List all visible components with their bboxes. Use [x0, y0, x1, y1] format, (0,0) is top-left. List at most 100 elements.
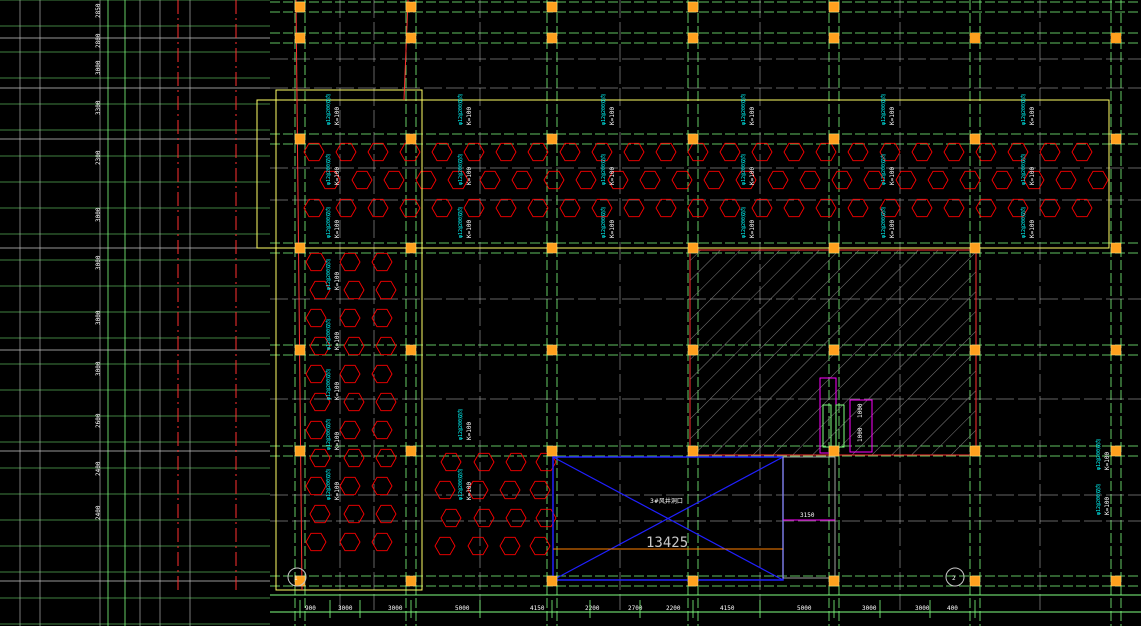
column-square	[687, 242, 699, 254]
column-square	[969, 133, 981, 145]
column-square	[828, 32, 840, 44]
column-square	[1111, 33, 1121, 43]
spacing-note: K=100	[334, 107, 341, 125]
rebar-note: φ12@200双向	[600, 94, 607, 125]
axis-bubble-1-label: 1	[294, 575, 298, 582]
column-square	[294, 344, 306, 356]
spacing-note: K=100	[334, 482, 341, 500]
rebar-note: φ12@200双向	[1095, 439, 1102, 470]
spacing-note: K=100	[334, 220, 341, 238]
column-square	[294, 1, 306, 13]
spacing-note: K=100	[466, 422, 473, 440]
spacing-note: K=100	[1029, 220, 1036, 238]
rebar-note: φ12@200双向	[325, 369, 332, 400]
cad-drawing-canvas[interactable]: 3#风井洞口 13425 3150 1000 1000 φ12@200双向 K=1…	[0, 0, 1141, 626]
column-square	[687, 575, 699, 587]
rebar-note: φ12@200双向	[600, 207, 607, 238]
left-dimension-label: 3300	[95, 100, 102, 115]
column-square	[546, 133, 558, 145]
axis-bubble-2-label: 2	[952, 575, 956, 582]
spacing-note: K=100	[889, 107, 896, 125]
rebar-note: φ12@200双向	[880, 94, 887, 125]
column-square	[294, 32, 306, 44]
left-dimension-label: 3000	[95, 310, 102, 325]
spacing-note: K=100	[334, 332, 341, 350]
column-square	[969, 575, 981, 587]
spacing-note: K=100	[1104, 497, 1111, 515]
rebar-note: φ12@200双向	[325, 469, 332, 500]
left-dimension-label: 2300	[95, 150, 102, 165]
rebar-note: φ12@200双向	[880, 154, 887, 185]
column-square	[1110, 445, 1122, 457]
shaft-dim-1: 1000	[857, 403, 864, 418]
small-dim-text: 3150	[800, 512, 815, 519]
bottom-dimension-label: 3000	[915, 605, 930, 612]
rebar-note: φ12@200双向	[1020, 94, 1027, 125]
column-square	[405, 575, 417, 587]
rebar-note: φ12@200双向	[325, 94, 332, 125]
bottom-dimension-label: 2200	[585, 605, 600, 612]
left-dimension-label: 3000	[95, 60, 102, 75]
column-square	[687, 445, 699, 457]
column-square	[828, 242, 840, 254]
column-square	[546, 575, 558, 587]
column-square	[405, 1, 417, 13]
left-dimension-label: 2400	[95, 505, 102, 520]
rebar-note: φ12@200双向	[457, 154, 464, 185]
rebar-note: φ12@200双向	[600, 154, 607, 185]
left-dimension-label: 2400	[95, 461, 102, 476]
rebar-note: φ12@200双向	[325, 419, 332, 450]
rebar-note: φ12@200双向	[325, 207, 332, 238]
rebar-note: φ12@200双向	[325, 319, 332, 350]
left-dimension-label: 3000	[95, 255, 102, 270]
column-square	[1110, 344, 1122, 356]
spacing-note: K=100	[609, 167, 616, 185]
column-square	[687, 32, 699, 44]
left-dimension-label: 3000	[95, 361, 102, 376]
spacing-note: K=100	[609, 107, 616, 125]
column-square	[546, 445, 558, 457]
column-square	[294, 133, 306, 145]
bottom-dimension-label: 2200	[666, 605, 681, 612]
column-square	[405, 242, 417, 254]
spacing-note: K=100	[749, 107, 756, 125]
column-square	[546, 1, 558, 13]
rebar-note: φ12@200双向	[325, 259, 332, 290]
bottom-dimension-label: 3000	[862, 605, 877, 612]
rebar-note: φ12@200双向	[880, 207, 887, 238]
spacing-note: K=100	[889, 167, 896, 185]
bottom-dimension-label: 400	[947, 605, 958, 612]
left-dimension-label: 2800	[95, 33, 102, 48]
column-square	[828, 133, 840, 145]
rebar-note: φ12@200双向	[457, 94, 464, 125]
spacing-note: K=100	[1104, 452, 1111, 470]
column-square	[405, 344, 417, 356]
opening-dimension-text: 13425	[646, 535, 688, 551]
column-square	[687, 344, 699, 356]
column-square	[969, 344, 981, 356]
column-square	[969, 242, 981, 254]
column-square	[405, 133, 417, 145]
column-square	[546, 242, 558, 254]
spacing-note: K=100	[1029, 107, 1036, 125]
spacing-note: K=100	[749, 220, 756, 238]
spacing-note: K=100	[466, 220, 473, 238]
column-square	[405, 445, 417, 457]
column-square	[828, 344, 840, 356]
rebar-note: φ12@200双向	[457, 207, 464, 238]
left-dimension-label: 2600	[95, 413, 102, 428]
bottom-dimension-label: 4150	[720, 605, 735, 612]
bottom-dimension-label: 4150	[530, 605, 545, 612]
spacing-note: K=100	[334, 272, 341, 290]
spacing-note: K=100	[466, 167, 473, 185]
column-square	[546, 32, 558, 44]
column-square	[687, 133, 699, 145]
rebar-note: φ12@200双向	[1020, 207, 1027, 238]
column-square	[969, 445, 981, 457]
rebar-note: φ12@200双向	[740, 154, 747, 185]
column-square	[1110, 242, 1122, 254]
spacing-note: K=100	[334, 382, 341, 400]
rebar-note: φ12@200双向	[457, 409, 464, 440]
rebar-note: φ12@200双向	[740, 94, 747, 125]
bottom-dimension-label: 3000	[338, 605, 353, 612]
